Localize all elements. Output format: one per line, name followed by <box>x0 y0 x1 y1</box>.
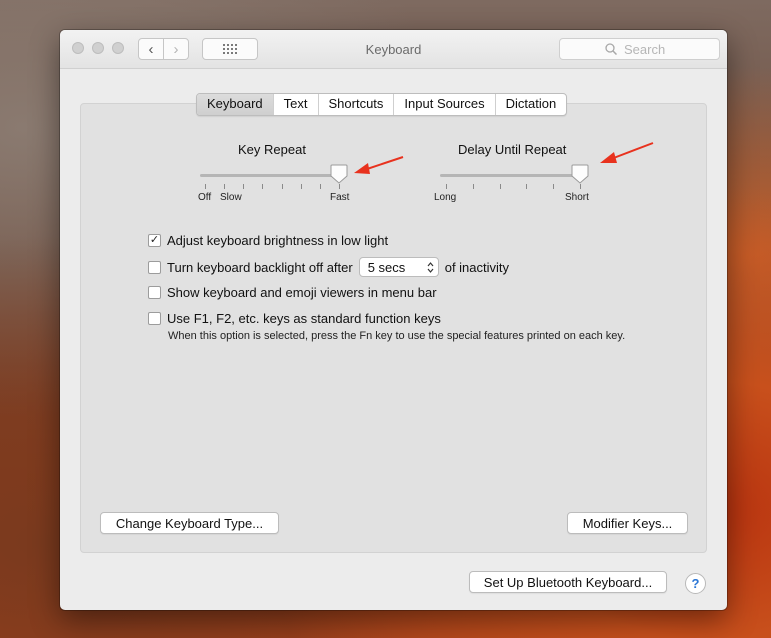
key-repeat-title: Key Repeat <box>238 142 306 157</box>
key-repeat-thumb[interactable] <box>330 164 348 184</box>
brightness-checkbox[interactable]: ✓ <box>148 234 161 247</box>
tab-text[interactable]: Text <box>274 94 319 115</box>
checkmark-icon: ✓ <box>149 234 160 246</box>
fn-keys-checkbox[interactable] <box>148 312 161 325</box>
tab-shortcuts[interactable]: Shortcuts <box>319 94 395 115</box>
delay-until-repeat-title: Delay Until Repeat <box>458 142 567 157</box>
slider-tick <box>446 184 447 189</box>
slider-tick <box>281 184 283 189</box>
search-input[interactable] <box>622 40 674 58</box>
slider-tick <box>243 184 245 189</box>
title-bar: ‹ › Keyboard <box>60 30 727 69</box>
option-fn-keys[interactable]: Use F1, F2, etc. keys as standard functi… <box>148 311 441 326</box>
change-keyboard-type-button[interactable]: Change Keyboard Type... <box>100 512 279 534</box>
red-arrow-annotation-icon <box>600 142 654 163</box>
viewers-checkbox[interactable] <box>148 286 161 299</box>
option-brightness[interactable]: ✓ Adjust keyboard brightness in low ligh… <box>148 233 388 248</box>
key-repeat-label-slow: Slow <box>220 192 242 203</box>
question-mark-icon: ? <box>691 576 700 591</box>
slider-tick <box>526 184 528 189</box>
tab-bar: Keyboard Text Shortcuts Input Sources Di… <box>196 93 568 116</box>
option-backlight[interactable]: Turn keyboard backlight off after 5 secs… <box>148 257 509 277</box>
slider-tick <box>472 184 474 189</box>
slider-tick <box>262 184 264 189</box>
keyboard-preferences-window: ‹ › Keyboard Keyboard Text <box>60 30 727 610</box>
slider-tick <box>205 184 206 189</box>
tab-dictation[interactable]: Dictation <box>496 94 567 115</box>
red-arrow-annotation-icon <box>354 156 404 174</box>
brightness-label: Adjust keyboard brightness in low light <box>167 233 389 248</box>
set-up-bluetooth-keyboard-button[interactable]: Set Up Bluetooth Keyboard... <box>469 571 667 593</box>
tab-keyboard[interactable]: Keyboard <box>197 94 274 115</box>
slider-tick <box>499 184 501 189</box>
fn-keys-label: Use F1, F2, etc. keys as standard functi… <box>167 311 441 326</box>
up-down-chevron-icon <box>427 261 434 273</box>
backlight-label-after: of inactivity <box>444 259 510 275</box>
modifier-keys-button[interactable]: Modifier Keys... <box>567 512 688 534</box>
slider-tick <box>339 184 340 189</box>
key-repeat-track[interactable] <box>200 174 340 177</box>
search-icon <box>605 43 617 55</box>
key-repeat-label-fast: Fast <box>330 192 350 203</box>
key-repeat-label-off: Off <box>198 192 212 203</box>
slider-tick <box>300 184 302 189</box>
backlight-timeout-value: 5 secs <box>367 259 406 275</box>
slider-tick <box>580 184 581 189</box>
help-button[interactable]: ? <box>685 573 706 594</box>
delay-until-repeat-thumb[interactable] <box>571 164 589 184</box>
slider-tick <box>553 184 555 189</box>
backlight-timeout-select[interactable]: 5 secs <box>358 257 439 277</box>
slider-tick <box>319 184 321 189</box>
delay-label-long: Long <box>434 192 457 203</box>
viewers-label: Show keyboard and emoji viewers in menu … <box>167 285 437 300</box>
delay-until-repeat-track[interactable] <box>440 174 581 177</box>
delay-label-short: Short <box>565 192 589 203</box>
tab-input-sources[interactable]: Input Sources <box>394 94 496 115</box>
backlight-checkbox[interactable] <box>148 260 161 274</box>
fn-keys-hint: When this option is selected, press the … <box>168 330 626 342</box>
backlight-label-before: Turn keyboard backlight off after <box>167 259 353 275</box>
search-field[interactable] <box>559 38 720 60</box>
slider-tick <box>224 184 226 189</box>
option-viewers[interactable]: Show keyboard and emoji viewers in menu … <box>148 285 437 300</box>
